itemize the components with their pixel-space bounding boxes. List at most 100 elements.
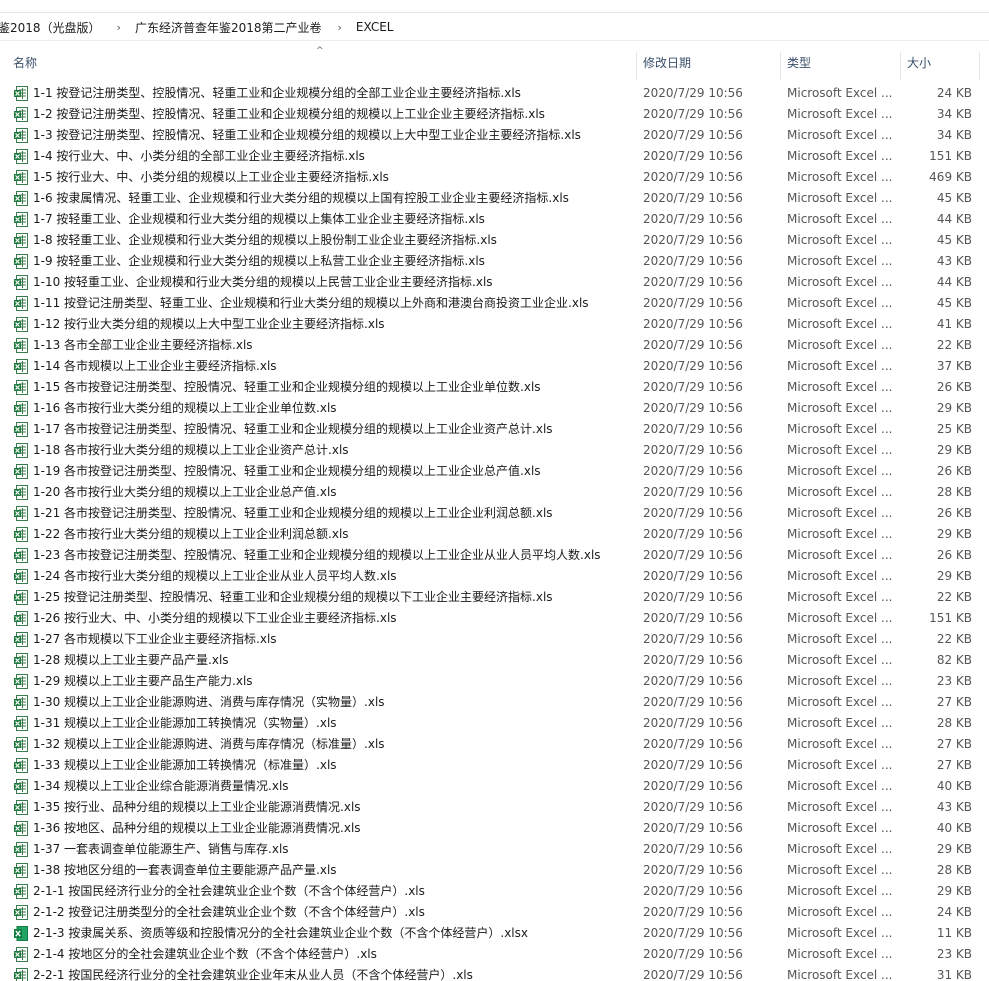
file-size: 29 KB xyxy=(936,569,972,583)
file-type: Microsoft Excel ... xyxy=(787,254,893,268)
file-type: Microsoft Excel ... xyxy=(787,317,893,331)
file-row[interactable]: 1-3 按登记注册类型、控股情况、轻重工业和企业规模分组的规模以上大中型工业企业… xyxy=(0,125,989,146)
file-modified-date: 2020/7/29 10:56 xyxy=(643,758,743,772)
file-row[interactable]: 1-22 各市按行业大类分组的规模以上工业企业利润总额.xls 2020/7/29… xyxy=(0,524,989,545)
file-modified-date: 2020/7/29 10:56 xyxy=(643,779,743,793)
excel-icon xyxy=(14,632,28,647)
file-modified-date: 2020/7/29 10:56 xyxy=(643,149,743,163)
file-size: 27 KB xyxy=(936,695,972,709)
column-header-size[interactable]: 大小 xyxy=(907,56,931,80)
file-row[interactable]: 1-15 各市按登记注册类型、控股情况、轻重工业和企业规模分组的规模以上工业企业… xyxy=(0,377,989,398)
file-modified-date: 2020/7/29 10:56 xyxy=(643,107,743,121)
file-row[interactable]: 2-1-1 按国民经济行业分的全社会建筑业企业个数（不含个体经营户）.xls 20… xyxy=(0,881,989,902)
file-row[interactable]: 1-12 按行业大类分组的规模以上大中型工业企业主要经济指标.xls 2020/7… xyxy=(0,314,989,335)
excel-icon xyxy=(14,695,28,710)
file-name: 1-18 各市按行业大类分组的规模以上工业企业资产总计.xls xyxy=(33,443,349,457)
file-row[interactable]: 1-19 各市按登记注册类型、控股情况、轻重工业和企业规模分组的规模以上工业企业… xyxy=(0,461,989,482)
column-header-name[interactable]: 名称 xyxy=(13,56,37,80)
file-row[interactable]: 1-18 各市按行业大类分组的规模以上工业企业资产总计.xls 2020/7/29… xyxy=(0,440,989,461)
file-row[interactable]: 1-8 按轻重工业、企业规模和行业大类分组的规模以上股份制工业企业主要经济指标.… xyxy=(0,230,989,251)
file-row[interactable]: 1-10 按轻重工业、企业规模和行业大类分组的规模以上民营工业企业主要经济指标.… xyxy=(0,272,989,293)
file-name: 1-10 按轻重工业、企业规模和行业大类分组的规模以上民营工业企业主要经济指标.… xyxy=(33,275,493,289)
file-row[interactable]: 2-1-2 按登记注册类型分的全社会建筑业企业个数（不含个体经营户）.xls 20… xyxy=(0,902,989,923)
column-divider[interactable] xyxy=(900,52,901,80)
file-row[interactable]: 1-36 按地区、品种分组的规模以上工业企业能源消费情况.xls 2020/7/2… xyxy=(0,818,989,839)
file-size: 469 KB xyxy=(929,170,972,184)
breadcrumb-item-volume[interactable]: 广东经济普查年鉴2018第二产业卷 xyxy=(135,19,322,36)
file-modified-date: 2020/7/29 10:56 xyxy=(643,359,743,373)
file-modified-date: 2020/7/29 10:56 xyxy=(643,506,743,520)
file-row[interactable]: 1-32 规模以上工业企业能源购进、消费与库存情况（标准量）.xls 2020/7… xyxy=(0,734,989,755)
file-row[interactable]: 1-13 各市全部工业企业主要经济指标.xls 2020/7/29 10:56 Mi… xyxy=(0,335,989,356)
file-size: 23 KB xyxy=(936,674,972,688)
file-row[interactable]: 1-31 规模以上工业企业能源加工转换情况（实物量）.xls 2020/7/29 … xyxy=(0,713,989,734)
file-row[interactable]: 1-23 各市按登记注册类型、控股情况、轻重工业和企业规模分组的规模以上工业企业… xyxy=(0,545,989,566)
file-modified-date: 2020/7/29 10:56 xyxy=(643,926,743,940)
file-type: Microsoft Excel ... xyxy=(787,611,893,625)
file-row[interactable]: 1-9 按轻重工业、企业规模和行业大类分组的规模以上私营工业企业主要经济指标.x… xyxy=(0,251,989,272)
file-row[interactable]: 1-27 各市规模以下工业企业主要经济指标.xls 2020/7/29 10:56… xyxy=(0,629,989,650)
column-header-date[interactable]: 修改日期 xyxy=(643,56,691,80)
chevron-right-icon[interactable]: › xyxy=(338,21,342,34)
file-name: 1-1 按登记注册类型、控股情况、轻重工业和企业规模分组的全部工业企业主要经济指… xyxy=(33,86,521,100)
tab-edge xyxy=(0,0,989,11)
column-header: ^ 名称 修改日期 类型 大小 xyxy=(0,44,989,80)
file-size: 40 KB xyxy=(936,779,972,793)
file-row[interactable]: 2-1-4 按地区分的全社会建筑业企业个数（不含个体经营户）.xls 2020/7… xyxy=(0,944,989,965)
file-name: 1-5 按行业大、中、小类分组的规模以上工业企业主要经济指标.xls xyxy=(33,170,389,184)
column-divider[interactable] xyxy=(780,52,781,80)
file-row[interactable]: 1-7 按轻重工业、企业规模和行业大类分组的规模以上集体工业企业主要经济指标.x… xyxy=(0,209,989,230)
column-divider[interactable] xyxy=(636,52,637,80)
file-type: Microsoft Excel ... xyxy=(787,758,893,772)
file-type: Microsoft Excel ... xyxy=(787,674,893,688)
file-row[interactable]: 1-11 按登记注册类型、轻重工业、企业规模和行业大类分组的规模以上外商和港澳台… xyxy=(0,293,989,314)
file-row[interactable]: 1-30 规模以上工业企业能源购进、消费与库存情况（实物量）.xls 2020/7… xyxy=(0,692,989,713)
file-size: 22 KB xyxy=(936,338,972,352)
file-size: 44 KB xyxy=(936,275,972,289)
excel-icon xyxy=(14,317,28,332)
breadcrumb-item-excel[interactable]: EXCEL xyxy=(356,20,394,34)
file-size: 45 KB xyxy=(936,233,972,247)
file-row[interactable]: 1-29 规模以上工业主要产品生产能力.xls 2020/7/29 10:56 Mi… xyxy=(0,671,989,692)
column-divider[interactable] xyxy=(979,52,980,80)
file-type: Microsoft Excel ... xyxy=(787,968,893,981)
file-row[interactable]: 2-2-1 按国民经济行业分的全社会建筑业企业年末从业人员（不含个体经营户）.x… xyxy=(0,965,989,981)
file-row[interactable]: 1-33 规模以上工业企业能源加工转换情况（标准量）.xls 2020/7/29 … xyxy=(0,755,989,776)
file-row[interactable]: 1-26 按行业大、中、小类分组的规模以下工业企业主要经济指标.xls 2020/… xyxy=(0,608,989,629)
file-row[interactable]: 1-6 按隶属情况、轻重工业、企业规模和行业大类分组的规模以上国有控股工业企业主… xyxy=(0,188,989,209)
file-list: 1-1 按登记注册类型、控股情况、轻重工业和企业规模分组的全部工业企业主要经济指… xyxy=(0,83,989,981)
file-modified-date: 2020/7/29 10:56 xyxy=(643,86,743,100)
file-row[interactable]: 2-1-3 按隶属关系、资质等级和控股情况分的全社会建筑业企业个数（不含个体经营… xyxy=(0,923,989,944)
file-row[interactable]: 1-17 各市按登记注册类型、控股情况、轻重工业和企业规模分组的规模以上工业企业… xyxy=(0,419,989,440)
file-row[interactable]: 1-35 按行业、品种分组的规模以上工业企业能源消费情况.xls 2020/7/2… xyxy=(0,797,989,818)
chevron-right-icon[interactable]: › xyxy=(117,21,121,34)
file-size: 28 KB xyxy=(936,716,972,730)
file-size: 45 KB xyxy=(936,191,972,205)
file-row[interactable]: 1-25 按登记注册类型、控股情况、轻重工业和企业规模分组的规模以下工业企业主要… xyxy=(0,587,989,608)
file-type: Microsoft Excel ... xyxy=(787,569,893,583)
file-row[interactable]: 1-5 按行业大、中、小类分组的规模以上工业企业主要经济指标.xls 2020/7… xyxy=(0,167,989,188)
file-modified-date: 2020/7/29 10:56 xyxy=(643,737,743,751)
file-row[interactable]: 1-28 规模以上工业主要产品产量.xls 2020/7/29 10:56 Micr… xyxy=(0,650,989,671)
file-type: Microsoft Excel ... xyxy=(787,149,893,163)
file-row[interactable]: 1-20 各市按行业大类分组的规模以上工业企业总产值.xls 2020/7/29 … xyxy=(0,482,989,503)
file-row[interactable]: 1-4 按行业大、中、小类分组的全部工业企业主要经济指标.xls 2020/7/2… xyxy=(0,146,989,167)
file-size: 151 KB xyxy=(929,149,972,163)
file-row[interactable]: 1-38 按地区分组的一套表调查单位主要能源产品产量.xls 2020/7/29 … xyxy=(0,860,989,881)
file-modified-date: 2020/7/29 10:56 xyxy=(643,716,743,730)
file-row[interactable]: 1-34 规模以上工业企业综合能源消费量情况.xls 2020/7/29 10:5… xyxy=(0,776,989,797)
column-header-type[interactable]: 类型 xyxy=(787,56,811,80)
file-row[interactable]: 1-14 各市规模以上工业企业主要经济指标.xls 2020/7/29 10:56… xyxy=(0,356,989,377)
excel-icon xyxy=(14,674,28,689)
file-modified-date: 2020/7/29 10:56 xyxy=(643,317,743,331)
file-name: 1-11 按登记注册类型、轻重工业、企业规模和行业大类分组的规模以上外商和港澳台… xyxy=(33,296,589,310)
file-row[interactable]: 1-1 按登记注册类型、控股情况、轻重工业和企业规模分组的全部工业企业主要经济指… xyxy=(0,83,989,104)
file-row[interactable]: 1-16 各市按行业大类分组的规模以上工业企业单位数.xls 2020/7/29 … xyxy=(0,398,989,419)
file-row[interactable]: 1-2 按登记注册类型、控股情况、轻重工业和企业规模分组的规模以上工业企业主要经… xyxy=(0,104,989,125)
file-row[interactable]: 1-21 各市按登记注册类型、控股情况、轻重工业和企业规模分组的规模以上工业企业… xyxy=(0,503,989,524)
file-row[interactable]: 1-24 各市按行业大类分组的规模以上工业企业从业人员平均人数.xls 2020/… xyxy=(0,566,989,587)
file-size: 37 KB xyxy=(936,359,972,373)
file-row[interactable]: 1-37 一套表调查单位能源生产、销售与库存.xls 2020/7/29 10:5… xyxy=(0,839,989,860)
breadcrumb-item-disc[interactable]: 鉴2018（光盘版） xyxy=(0,19,101,36)
file-modified-date: 2020/7/29 10:56 xyxy=(643,401,743,415)
